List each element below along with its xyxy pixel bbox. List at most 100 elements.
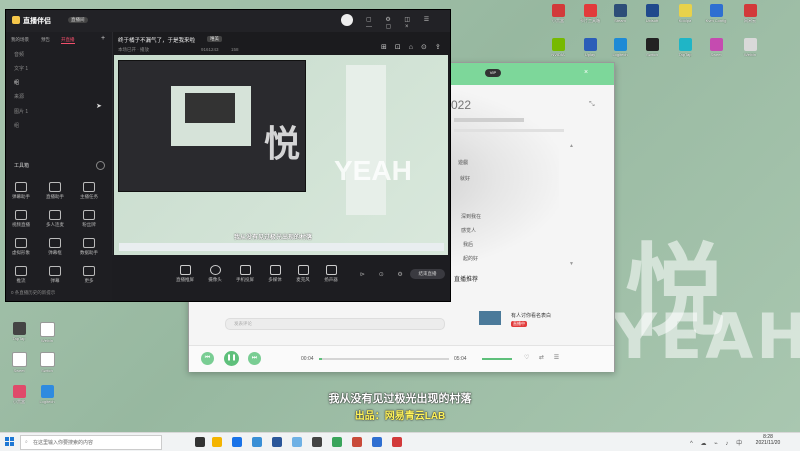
tool-danmu-box[interactable]: 弹幕框: [44, 238, 66, 256]
word-icon[interactable]: [272, 437, 282, 447]
ctrl-mic[interactable]: 麦克风: [292, 265, 314, 283]
tab-preview[interactable]: 预告: [41, 37, 50, 43]
app-icon: [709, 38, 723, 51]
progress-track[interactable]: [319, 358, 449, 360]
lyric-line: 我后: [463, 242, 474, 248]
desktop-icon[interactable]: Logitech: [607, 38, 633, 57]
tool-data[interactable]: 数据助手: [78, 238, 100, 256]
vip-badge[interactable]: VIP: [485, 69, 501, 77]
tool-more[interactable]: 更多: [78, 266, 100, 284]
desktop-icon[interactable]: Steam: [607, 4, 633, 23]
desktop-icon[interactable]: Switch: [639, 38, 665, 57]
collapse-icon[interactable]: ⤡: [589, 101, 595, 109]
stream-title[interactable]: 终于橘子不漏气了，于是我来啦: [118, 36, 195, 44]
tool-avatar[interactable]: 虚拟形象: [10, 238, 32, 256]
desktop-icon[interactable]: TapTap: [6, 322, 32, 341]
tool-video-live[interactable]: 视频直播: [10, 210, 32, 228]
song-year: 022: [451, 98, 472, 112]
progress-fill: [319, 358, 322, 360]
scroll-down-icon[interactable]: ▼: [569, 261, 574, 267]
app-logo-icon: [12, 16, 20, 24]
edge-icon[interactable]: [232, 437, 242, 447]
layer-item[interactable]: 文字 1: [14, 65, 28, 72]
preview-watermark-text: YEAH: [334, 155, 412, 186]
comment-input[interactable]: 发表评论: [225, 318, 445, 330]
tool-comments[interactable]: 弹幕: [44, 266, 66, 284]
tray-icons[interactable]: ^ ☁ ⌁ ♪ 中: [690, 438, 745, 447]
layer-item[interactable]: 来源: [14, 93, 24, 100]
add-scene-icon[interactable]: +: [101, 35, 105, 42]
desktop-icon[interactable]: NVIDIA: [545, 38, 571, 57]
app-icon[interactable]: [372, 437, 382, 447]
tool-fans[interactable]: 粉丝牌: [78, 210, 100, 228]
desktop-icon[interactable]: Uplay: [577, 38, 603, 57]
tool-push[interactable]: 推流: [10, 266, 32, 284]
desktop-icon[interactable]: TapTap: [672, 38, 698, 57]
mail-icon[interactable]: [252, 437, 262, 447]
start-icon[interactable]: [5, 437, 15, 447]
tool-danmu[interactable]: 弹幕助手: [10, 182, 32, 200]
tab-go-live[interactable]: 开直播: [61, 37, 75, 44]
recommend-item[interactable]: 有人讨你看名表白: [511, 312, 551, 319]
desktop-icon[interactable]: Sweet: [703, 38, 729, 57]
close-icon[interactable]: ×: [584, 69, 588, 76]
tool-assistant[interactable]: 直播助手: [44, 182, 66, 200]
tool-multi-mic[interactable]: 多人连麦: [44, 210, 66, 228]
pause-button[interactable]: ❚❚: [224, 351, 239, 366]
desktop-icon[interactable]: Koolpa: [672, 4, 698, 23]
tool-tasks[interactable]: 主播任务: [78, 182, 100, 200]
layer-item[interactable]: 音频: [14, 51, 24, 58]
ctrl-camera[interactable]: 摄像头: [204, 265, 226, 283]
clock[interactable]: 8:28 2021/11/20: [748, 434, 788, 446]
stream-preview[interactable]: 悦 YEAH 我从没有见过极光出现的村落: [114, 55, 448, 255]
netease-music-icon[interactable]: [392, 437, 402, 447]
room-badge[interactable]: 直播间: [68, 17, 88, 23]
category-tag[interactable]: 唯美: [207, 36, 222, 42]
ctrl-speaker[interactable]: 扬声器: [320, 265, 342, 283]
app-icon: [645, 4, 659, 17]
wechat-icon[interactable]: [332, 437, 342, 447]
extra-control-icons[interactable]: ⊳ ⊙ ⚙: [360, 271, 409, 278]
toolbox-settings-icon[interactable]: [96, 161, 105, 170]
stream-subinfo: 本场已开 · 播放: [118, 47, 149, 52]
previous-button[interactable]: ⏮: [201, 352, 214, 365]
layer-item[interactable]: 组: [14, 79, 19, 86]
app-icon[interactable]: [312, 437, 322, 447]
window-controls[interactable]: ▢ ⚙ ◫ ☰ — ▢ ×: [366, 16, 450, 30]
desktop-icon[interactable]: Weixin: [737, 38, 763, 57]
ctrl-phone[interactable]: 手机投屏: [234, 265, 256, 283]
app-icon[interactable]: [352, 437, 362, 447]
recommend-thumb[interactable]: [479, 311, 501, 325]
desktop-icon[interactable]: 小黑盒: [545, 4, 571, 24]
desktop-icon[interactable]: Kvm Config: [703, 4, 729, 23]
volume-slider[interactable]: [482, 358, 512, 360]
layer-item[interactable]: 组: [14, 122, 19, 129]
playback-options-icons[interactable]: ♡ ⇄ ☰: [524, 354, 563, 361]
ctrl-screen[interactable]: 直播推屏: [174, 265, 196, 283]
desktop-icon[interactable]: 网易云: [737, 4, 763, 24]
scroll-icon[interactable]: ▲: [569, 143, 574, 149]
streaming-app-window[interactable]: 直播伴侣 直播间 ▢ ⚙ ◫ ☰ — ▢ × 我的场景 预告 开直播 + 音频 …: [5, 9, 451, 302]
taskview-icon[interactable]: [195, 437, 205, 447]
tab-my-scenes[interactable]: 我的场景: [11, 37, 29, 43]
layer-item[interactable]: 图片 1: [14, 108, 28, 115]
preview-taskbar: [119, 243, 444, 251]
preview-watermark: 悦: [264, 123, 301, 164]
avatar[interactable]: [341, 14, 353, 26]
next-button[interactable]: ⏭: [248, 352, 261, 365]
end-live-button[interactable]: 结束直播: [410, 269, 445, 279]
desktop-icon[interactable]: Sweet: [6, 352, 32, 373]
desktop-icon[interactable]: 卡片工具箱: [577, 4, 603, 24]
desktop-icon[interactable]: Switch: [34, 352, 60, 373]
lyric-line: 遊戲: [458, 160, 469, 166]
header-action-icons[interactable]: ⊞⊡⌂⊙⇪: [381, 43, 449, 51]
app-icon: [743, 38, 757, 51]
live-tag: 直播中: [511, 321, 527, 327]
search-input[interactable]: ⌕ 在这里输入你要搜索的内容: [20, 435, 162, 450]
app-icon[interactable]: [292, 437, 302, 447]
explorer-icon[interactable]: [212, 437, 222, 447]
ctrl-media[interactable]: 多媒体: [264, 265, 286, 283]
desktop-icon[interactable]: Weixin: [34, 322, 60, 343]
song-info-bar: [454, 118, 524, 122]
desktop-icon[interactable]: Ubisoft: [639, 4, 665, 23]
